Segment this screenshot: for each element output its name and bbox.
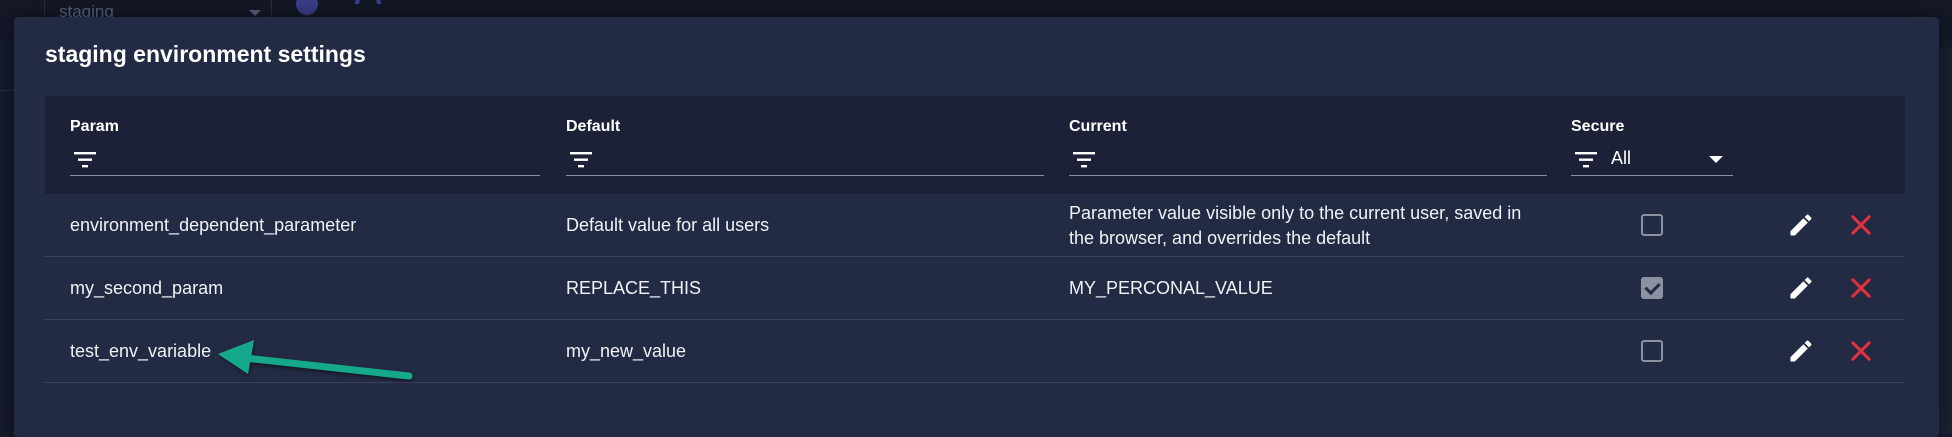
close-icon[interactable] bbox=[1847, 274, 1875, 302]
current-cell: Parameter value visible only to the curr… bbox=[1069, 202, 1522, 248]
background-panel bbox=[1938, 48, 1952, 433]
secure-filter-value: All bbox=[1611, 148, 1632, 168]
close-icon[interactable] bbox=[1847, 211, 1875, 239]
column-label-param: Param bbox=[70, 118, 119, 135]
column-label-secure: Secure bbox=[1571, 118, 1625, 135]
background-divider bbox=[0, 90, 14, 91]
environment-settings-dialog: staging environment settings Param Defau… bbox=[14, 17, 1939, 437]
column-header-param: Param bbox=[70, 96, 540, 194]
column-header-current: Current bbox=[1069, 96, 1547, 194]
secure-filter-select[interactable]: All bbox=[1571, 142, 1733, 176]
pencil-icon[interactable] bbox=[1787, 274, 1815, 302]
table-row: test_env_variable my_new_value bbox=[45, 320, 1905, 383]
default-filter-input[interactable] bbox=[566, 142, 1044, 176]
filter-icon bbox=[74, 152, 96, 168]
column-label-default: Default bbox=[566, 118, 621, 135]
close-icon[interactable] bbox=[1847, 337, 1875, 365]
current-cell: MY_PERCONAL_VALUE bbox=[1069, 278, 1273, 298]
filter-icon bbox=[570, 152, 592, 168]
current-filter-input[interactable] bbox=[1069, 142, 1547, 176]
table-header: Param Default Current Secure All bbox=[45, 96, 1905, 194]
secure-checkbox[interactable] bbox=[1641, 214, 1663, 236]
param-filter-input[interactable] bbox=[70, 142, 540, 176]
table-row: environment_dependent_parameter Default … bbox=[45, 194, 1905, 257]
chevron-down-icon bbox=[1709, 156, 1723, 163]
default-cell: REPLACE_THIS bbox=[566, 278, 702, 298]
column-header-secure: Secure All bbox=[1571, 96, 1733, 194]
secure-checkbox[interactable] bbox=[1641, 277, 1663, 299]
pencil-icon[interactable] bbox=[1787, 211, 1815, 239]
dialog-title: staging environment settings bbox=[45, 41, 366, 67]
filter-icon bbox=[1575, 152, 1597, 168]
current-cell bbox=[1069, 320, 1549, 383]
parameters-table: Param Default Current Secure All environ… bbox=[45, 96, 1905, 383]
pencil-icon[interactable] bbox=[1787, 337, 1815, 365]
default-cell: Default value for all users bbox=[566, 215, 770, 235]
param-cell: test_env_variable bbox=[70, 341, 212, 361]
param-cell: my_second_param bbox=[70, 278, 224, 298]
table-row: my_second_param REPLACE_THIS MY_PERCONAL… bbox=[45, 257, 1905, 320]
filter-icon bbox=[1073, 152, 1095, 168]
column-header-default: Default bbox=[566, 96, 1044, 194]
default-cell: my_new_value bbox=[566, 341, 687, 361]
chevron-down-icon bbox=[249, 10, 261, 16]
secure-checkbox[interactable] bbox=[1641, 340, 1663, 362]
param-cell: environment_dependent_parameter bbox=[70, 215, 357, 235]
column-label-current: Current bbox=[1069, 118, 1127, 135]
